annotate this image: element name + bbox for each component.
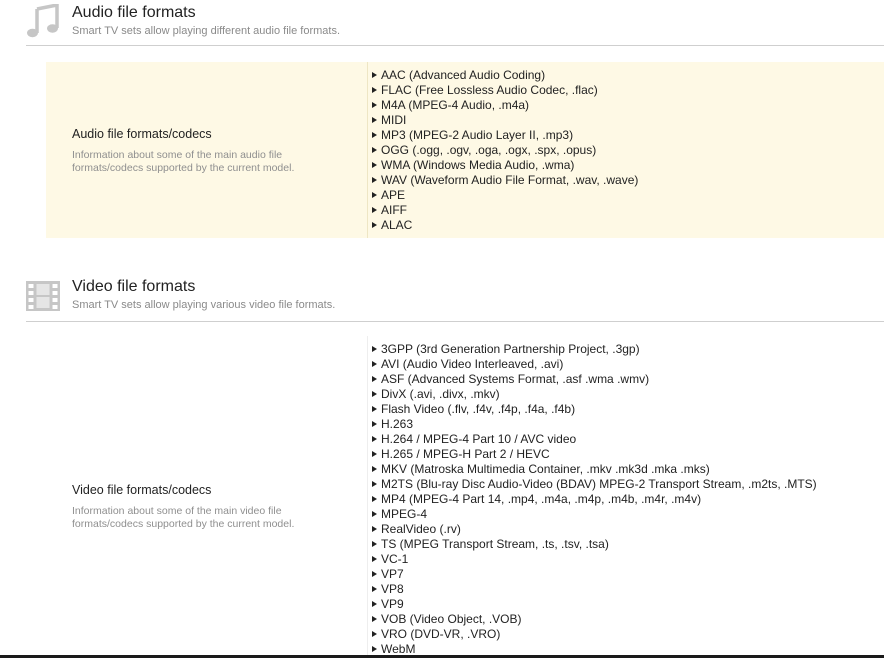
video-section-subtitle: Smart TV sets allow playing various vide… (72, 299, 336, 311)
format-list-item: Flash Video (.flv, .f4v, .f4p, .f4a, .f4… (371, 402, 817, 417)
format-list-item: ALAC (371, 218, 638, 233)
format-list-item: VP9 (371, 597, 817, 612)
format-list-item: MP4 (MPEG-4 Part 14, .mp4, .m4a, .m4p, .… (371, 492, 817, 507)
format-list-item: FLAC (Free Lossless Audio Codec, .flac) (371, 83, 638, 98)
format-list-item: VOB (Video Object, .VOB) (371, 612, 817, 627)
format-list-item: RealVideo (.rv) (371, 522, 817, 537)
audio-codecs-list: AAC (Advanced Audio Coding) FLAC (Free Lo… (371, 68, 638, 233)
column-divider (367, 336, 368, 658)
video-codecs-list: 3GPP (3rd Generation Partnership Project… (371, 342, 817, 657)
format-list-item: VC-1 (371, 552, 817, 567)
format-list-item: AIFF (371, 203, 638, 218)
audio-section-divider (26, 45, 884, 46)
format-list-item: 3GPP (3rd Generation Partnership Project… (371, 342, 817, 357)
format-list-item: VP7 (371, 567, 817, 582)
format-list-item: VRO (DVD-VR, .VRO) (371, 627, 817, 642)
format-list-item: MPEG-4 (371, 507, 817, 522)
video-section-divider (26, 321, 884, 322)
format-list-item: M4A (MPEG-4 Audio, .m4a) (371, 98, 638, 113)
format-list-item: AAC (Advanced Audio Coding) (371, 68, 638, 83)
audio-codecs-label: Audio file formats/codecs (72, 127, 212, 141)
audio-codecs-row: Audio file formats/codecs Information ab… (46, 62, 884, 238)
film-strip-icon (26, 279, 60, 313)
format-list-item: AVI (Audio Video Interleaved, .avi) (371, 357, 817, 372)
format-list-item: ASF (Advanced Systems Format, .asf .wma … (371, 372, 817, 387)
audio-codecs-description: Information about some of the main audio… (72, 149, 295, 174)
video-section-title: Video file formats (72, 278, 196, 295)
video-section-header: Video file formats Smart TV sets allow p… (0, 274, 884, 320)
format-list-item: H.265 / MPEG-H Part 2 / HEVC (371, 447, 817, 462)
format-list-item: VP8 (371, 582, 817, 597)
format-list-item: TS (MPEG Transport Stream, .ts, .tsv, .t… (371, 537, 817, 552)
audio-section-subtitle: Smart TV sets allow playing different au… (72, 25, 340, 37)
video-codecs-row: Video file formats/codecs Information ab… (46, 336, 884, 658)
audio-section-title: Audio file formats (72, 4, 196, 21)
format-list-item: MKV (Matroska Multimedia Container, .mkv… (371, 462, 817, 477)
format-list-item: MIDI (371, 113, 638, 128)
column-divider (367, 62, 368, 238)
video-codecs-label: Video file formats/codecs (72, 483, 212, 497)
video-codecs-description: Information about some of the main video… (72, 505, 295, 530)
format-list-item: MP3 (MPEG-2 Audio Layer II, .mp3) (371, 128, 638, 143)
format-list-item: M2TS (Blu-ray Disc Audio-Video (BDAV) MP… (371, 477, 817, 492)
format-list-item: OGG (.ogg, .ogv, .oga, .ogx, .spx, .opus… (371, 143, 638, 158)
format-list-item: WAV (Waveform Audio File Format, .wav, .… (371, 173, 638, 188)
format-list-item: DivX (.avi, .divx, .mkv) (371, 387, 817, 402)
format-list-item: H.264 / MPEG-4 Part 10 / AVC video (371, 432, 817, 447)
format-list-item: WMA (Windows Media Audio, .wma) (371, 158, 638, 173)
format-list-item: APE (371, 188, 638, 203)
music-note-icon (26, 2, 60, 38)
format-list-item: H.263 (371, 417, 817, 432)
audio-section-header: Audio file formats Smart TV sets allow p… (0, 0, 884, 44)
